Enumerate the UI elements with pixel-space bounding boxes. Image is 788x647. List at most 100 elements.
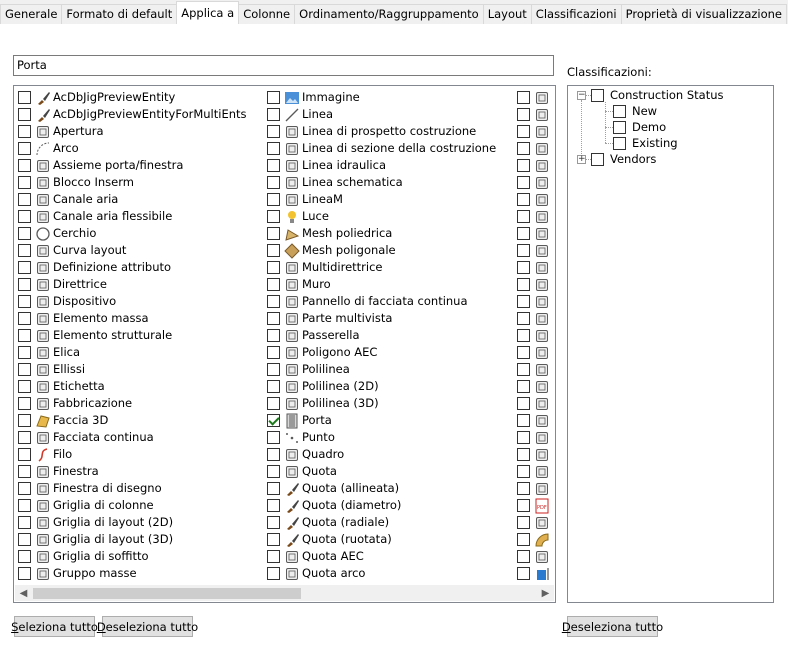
object-list-item[interactable]: Facciata continua [18, 429, 247, 446]
object-list-item[interactable]: Faccia 3D [18, 412, 247, 429]
object-checkbox[interactable] [267, 295, 280, 308]
tree-node-demo[interactable]: Demo [613, 119, 666, 135]
object-list-item[interactable] [517, 361, 552, 378]
object-list-item[interactable]: Dispositivo [18, 293, 247, 310]
object-list-item[interactable]: Finestra di disegno [18, 480, 247, 497]
object-checkbox[interactable] [267, 482, 280, 495]
object-checkbox[interactable] [517, 227, 530, 240]
object-checkbox[interactable] [267, 431, 280, 444]
object-checkbox[interactable] [267, 465, 280, 478]
object-list-item[interactable]: Finestra [18, 463, 247, 480]
object-list-item[interactable] [517, 140, 552, 157]
object-type-list[interactable]: AcDbJigPreviewEntity AcDbJigPreviewEntity… [13, 85, 556, 603]
object-list-item[interactable]: Linea idraulica [267, 157, 496, 174]
object-list-item[interactable] [517, 89, 552, 106]
classifications-tree[interactable]: − Construction Status New Demo Existing … [567, 85, 774, 603]
object-list-item[interactable] [517, 174, 552, 191]
object-checkbox[interactable] [267, 329, 280, 342]
object-list-item[interactable] [517, 514, 552, 531]
object-filter-input[interactable]: Porta [13, 55, 554, 76]
object-list-item[interactable] [517, 310, 552, 327]
object-checkbox[interactable] [517, 312, 530, 325]
object-checkbox[interactable] [517, 380, 530, 393]
object-checkbox[interactable] [18, 533, 31, 546]
tree-node-new[interactable]: New [613, 103, 657, 119]
tree-node-existing[interactable]: Existing [613, 135, 678, 151]
object-checkbox[interactable] [517, 533, 530, 546]
object-list-item[interactable]: Elemento strutturale [18, 327, 247, 344]
object-list-item[interactable]: Linea di sezione della costruzione [267, 140, 496, 157]
object-checkbox[interactable] [18, 261, 31, 274]
object-list-item[interactable]: Griglia di colonne [18, 497, 247, 514]
object-list-item[interactable] [517, 480, 552, 497]
object-list-item[interactable]: Polilinea [267, 361, 496, 378]
object-list-item[interactable] [517, 344, 552, 361]
object-checkbox[interactable] [517, 431, 530, 444]
tab-classificazioni[interactable]: Classificazioni [530, 4, 622, 24]
object-list-item[interactable]: Assieme porta/finestra [18, 157, 247, 174]
object-list-item[interactable] [517, 412, 552, 429]
object-checkbox[interactable] [267, 125, 280, 138]
object-list-item[interactable]: Quota (diametro) [267, 497, 496, 514]
tab-layout[interactable]: Layout [482, 4, 532, 24]
object-list-item[interactable] [517, 157, 552, 174]
object-checkbox[interactable] [517, 465, 530, 478]
object-list-item[interactable]: Griglia di soffitto [18, 548, 247, 565]
object-checkbox[interactable] [267, 567, 280, 580]
object-checkbox[interactable] [517, 550, 530, 563]
deselect-all-button[interactable]: Deseleziona tutto [97, 616, 198, 637]
object-checkbox[interactable] [18, 567, 31, 580]
object-checkbox[interactable] [267, 516, 280, 529]
object-list-item[interactable] [517, 463, 552, 480]
object-list-item[interactable]: Quota arco [267, 565, 496, 582]
object-checkbox[interactable] [267, 278, 280, 291]
object-list-item[interactable]: Poligono AEC [267, 344, 496, 361]
object-list-item[interactable]: Blocco Inserm [18, 174, 247, 191]
tab-generale[interactable]: Generale [0, 4, 63, 24]
object-checkbox[interactable] [267, 91, 280, 104]
object-checkbox[interactable] [517, 329, 530, 342]
object-list-item[interactable]: Elica [18, 344, 247, 361]
scroll-thumb[interactable] [33, 588, 301, 599]
object-list-item[interactable]: Definizione attributo [18, 259, 247, 276]
object-list-item[interactable]: Luce [267, 208, 496, 225]
object-list-item[interactable] [517, 259, 552, 276]
object-checkbox[interactable] [18, 499, 31, 512]
object-checkbox[interactable] [267, 210, 280, 223]
object-checkbox[interactable] [517, 482, 530, 495]
object-list-item[interactable] [517, 395, 552, 412]
object-checkbox[interactable] [517, 261, 530, 274]
object-list-item[interactable]: Quota AEC [267, 548, 496, 565]
object-list-item[interactable] [517, 242, 552, 259]
scroll-left-icon[interactable]: ◀ [15, 585, 32, 602]
object-list-item[interactable]: Quadro [267, 446, 496, 463]
object-checkbox[interactable] [18, 397, 31, 410]
tree-node-construction-status[interactable]: − Construction Status [577, 87, 724, 103]
object-list-item[interactable] [517, 208, 552, 225]
expand-icon[interactable]: + [577, 154, 586, 164]
object-list-item[interactable]: AcDbJigPreviewEntityForMultiEnts [18, 106, 247, 123]
object-checkbox[interactable] [18, 142, 31, 155]
object-checkbox[interactable] [267, 363, 280, 376]
object-list-item[interactable] [517, 225, 552, 242]
object-checkbox[interactable] [267, 142, 280, 155]
object-list-item[interactable] [517, 191, 552, 208]
object-list-item[interactable]: Immagine [267, 89, 496, 106]
object-checkbox[interactable] [267, 414, 280, 427]
object-checkbox[interactable] [517, 244, 530, 257]
object-checkbox[interactable] [267, 380, 280, 393]
object-list-item[interactable]: Griglia di layout (3D) [18, 531, 247, 548]
object-checkbox[interactable] [18, 363, 31, 376]
object-list-item[interactable]: Porta [267, 412, 496, 429]
object-list-item[interactable]: Canale aria [18, 191, 247, 208]
object-list-item[interactable]: Linea di prospetto costruzione [267, 123, 496, 140]
object-checkbox[interactable] [18, 108, 31, 121]
object-checkbox[interactable] [18, 329, 31, 342]
object-checkbox[interactable] [18, 193, 31, 206]
object-list-item[interactable]: Muro [267, 276, 496, 293]
object-checkbox[interactable] [517, 295, 530, 308]
object-list-item[interactable] [517, 106, 552, 123]
object-checkbox[interactable] [267, 227, 280, 240]
object-checkbox[interactable] [517, 448, 530, 461]
object-checkbox[interactable] [267, 108, 280, 121]
